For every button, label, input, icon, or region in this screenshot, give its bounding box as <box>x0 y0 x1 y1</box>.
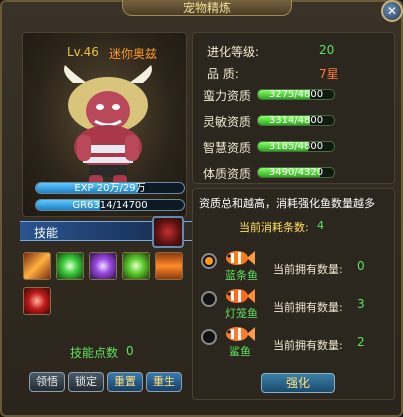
exp-bar-text: EXP 20万/29万 <box>74 183 146 194</box>
strength-aptitude-bar: 3275/4800 <box>257 89 335 100</box>
blue-fish-icon <box>226 251 255 265</box>
fish-radio-lantern[interactable] <box>201 291 217 307</box>
own-count-label-shark: 当前拥有数量: <box>273 339 343 352</box>
own-count-label-lantern: 当前拥有数量: <box>273 301 343 314</box>
agility-aptitude-text: 3314/4800 <box>268 115 324 126</box>
pet-creature-image <box>64 65 152 193</box>
own-count-label-blue: 当前拥有数量: <box>273 263 343 276</box>
own-count-value-lantern: 3 <box>357 297 365 311</box>
green-burst-skill-icon[interactable] <box>56 252 84 280</box>
wisdom-aptitude-text: 3185/4800 <box>268 141 324 152</box>
lock-button[interactable]: 锁定 <box>68 372 104 392</box>
slash-skill-icon[interactable] <box>23 252 51 280</box>
claw-skill-icon[interactable] <box>23 287 51 315</box>
fish-radio-shark[interactable] <box>201 329 217 345</box>
fish-name-shark: 鲨鱼 <box>229 345 251 358</box>
special-skill-slot[interactable] <box>152 216 184 248</box>
quality-value: 7星 <box>319 67 339 81</box>
pet-level: Lv.46 <box>67 45 99 59</box>
constitution-aptitude-label: 体质资质 <box>203 167 252 181</box>
fire-arrow-skill-icon[interactable] <box>155 252 183 280</box>
agility-aptitude-label: 灵敏资质 <box>203 115 252 129</box>
wisdom-aptitude-label: 智慧资质 <box>203 141 252 155</box>
green-shock-skill-icon[interactable] <box>122 252 150 280</box>
refine-button[interactable]: 强化 <box>261 373 335 393</box>
refine-panel: 资质总和越高，消耗强化鱼数量越多 当前消耗条数: 4 蓝条鱼 当前拥有数量: 0… <box>192 188 395 400</box>
reset-button[interactable]: 重置 <box>107 372 143 392</box>
pet-refine-window: 宠物精炼 ✕ Lv.46 迷你奥兹 EXP 20万/29万 GR6314/147… <box>0 0 403 417</box>
reborn-button[interactable]: 重生 <box>146 372 182 392</box>
own-count-value-shark: 2 <box>357 335 365 349</box>
skill-points-label: 技能点数 <box>70 346 119 360</box>
close-button[interactable]: ✕ <box>381 0 403 22</box>
refine-info-text: 资质总和越高，消耗强化鱼数量越多 <box>199 197 375 210</box>
consume-count-value: 4 <box>317 219 324 232</box>
wisdom-aptitude-bar: 3185/4800 <box>257 141 335 152</box>
skill-points-value: 0 <box>126 344 134 358</box>
growth-bar: GR6314/14700 <box>35 199 185 211</box>
constitution-aptitude-bar: 3490/4320 <box>257 167 335 178</box>
advance-level-value: 20 <box>319 43 335 57</box>
constitution-aptitude-text: 3490/4320 <box>268 167 324 178</box>
window-title: 宠物精炼 <box>122 0 292 16</box>
comprehend-button[interactable]: 领悟 <box>29 372 65 392</box>
advance-level-label: 进化等级: <box>207 45 260 59</box>
fish-radio-blue[interactable] <box>201 253 217 269</box>
consume-count-label: 当前消耗条数: <box>239 221 309 234</box>
growth-bar-text: GR6314/14700 <box>72 200 148 211</box>
skills-header-label: 技能 <box>34 226 59 240</box>
agility-aptitude-bar: 3314/4800 <box>257 115 335 126</box>
quality-label: 品 质: <box>207 67 239 81</box>
strength-aptitude-label: 蛮力资质 <box>203 89 252 103</box>
fish-name-lantern: 灯笼鱼 <box>225 307 258 320</box>
fish-name-blue: 蓝条鱼 <box>225 269 258 282</box>
own-count-value-blue: 0 <box>357 259 365 273</box>
shark-fish-icon <box>226 327 255 341</box>
exp-bar: EXP 20万/29万 <box>35 182 185 194</box>
pet-name: 迷你奥兹 <box>109 47 158 61</box>
strength-aptitude-text: 3275/4800 <box>268 89 324 100</box>
close-icon: ✕ <box>386 4 398 18</box>
stats-panel: 进化等级: 20 品 质: 7星 蛮力资质 3275/4800 灵敏资质 331… <box>192 32 395 184</box>
lantern-fish-icon <box>226 289 255 303</box>
purple-vortex-skill-icon[interactable] <box>89 252 117 280</box>
